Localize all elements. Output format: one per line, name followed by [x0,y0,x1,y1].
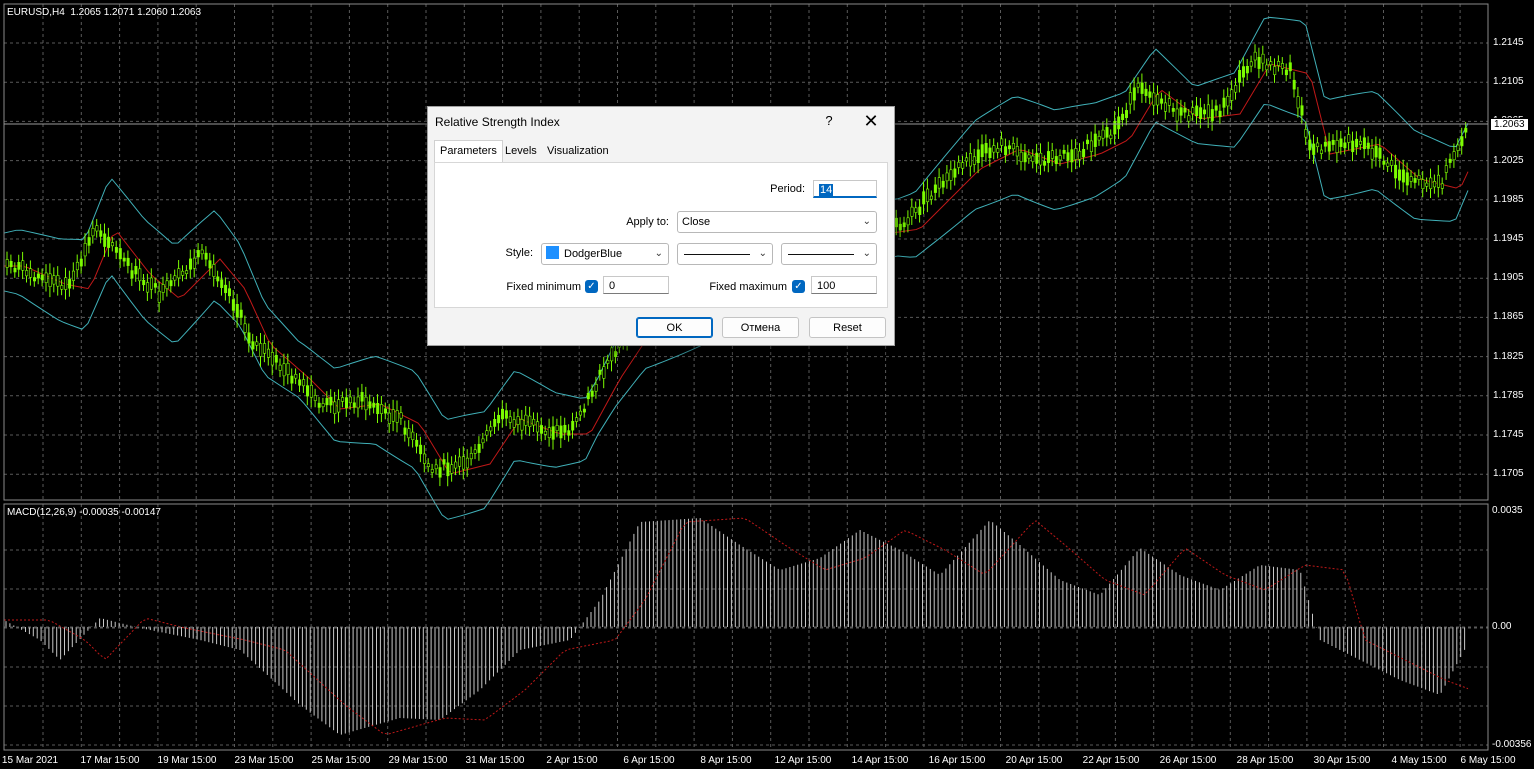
line-style-icon [684,254,750,255]
time-tick-label: 25 Mar 15:00 [311,755,371,766]
time-tick-label: 4 May 15:00 [1391,755,1447,766]
price-tick-label: 1.1825 [1493,350,1524,362]
time-tick-label: 26 Apr 15:00 [1159,755,1217,766]
tab-levels[interactable]: Levels [500,142,542,161]
help-button[interactable]: ? [820,113,838,131]
price-tick-label: 1.1985 [1493,193,1524,205]
line-width-select[interactable]: ⌄ [781,243,877,265]
style-color-select[interactable]: DodgerBlue ⌄ [541,243,669,265]
price-tick-label: 1.1705 [1493,468,1524,480]
time-tick-label: 31 Mar 15:00 [465,755,525,766]
macd-tick-label: 0.00 [1492,621,1512,632]
tab-parameters[interactable]: Parameters [434,140,503,162]
time-tick-label: 29 Mar 15:00 [388,755,448,766]
color-swatch [546,246,559,259]
chevron-down-icon: ⌄ [758,248,767,259]
rsi-dialog: Relative Strength Index ? ✕ Parameters L… [427,106,895,346]
cancel-button[interactable]: Отмена [722,317,799,338]
line-style-select[interactable]: ⌄ [677,243,773,265]
fixed-minimum-label: Fixed minimum [506,281,581,293]
price-tick-label: 1.1745 [1493,429,1524,440]
macd-header: MACD(12,26,9) -0.00035 -0.00147 [7,507,161,518]
time-tick-label: 20 Apr 15:00 [1005,755,1063,766]
price-tick-label: 1.1865 [1493,311,1524,323]
time-tick-label: 8 Apr 15:00 [700,755,752,766]
apply-to-value: Close [682,216,711,228]
price-tick-label: 1.2025 [1493,154,1524,166]
time-tick-label: 6 Apr 15:00 [623,755,675,766]
price-tick-label: 1.1785 [1493,389,1524,401]
apply-to-label: Apply to: [626,216,669,228]
time-tick-label: 28 Apr 15:00 [1236,755,1294,766]
fixed-maximum-checkbox[interactable]: ✓ [792,280,805,293]
time-tick-label: 15 Mar 2021 [1,755,59,766]
time-tick-label: 6 May 15:00 [1460,755,1516,766]
fixed-minimum-checkbox[interactable]: ✓ [585,280,598,293]
period-input[interactable]: 14 [813,180,877,198]
time-tick-label: 16 Apr 15:00 [928,755,986,766]
reset-button[interactable]: Reset [809,317,886,338]
dialog-title: Relative Strength Index [435,115,560,129]
ok-button[interactable]: OK [636,317,713,338]
time-tick-label: 30 Apr 15:00 [1313,755,1371,766]
close-icon[interactable]: ✕ [861,112,881,132]
time-tick-label: 22 Apr 15:00 [1082,755,1140,766]
price-tick-label: 1.1945 [1493,233,1524,244]
current-price-label: 1.2063 [1490,118,1529,131]
macd-tick-label: -0.00356 [1492,739,1532,750]
chevron-down-icon: ⌄ [862,216,871,227]
parameters-panel: Period: 14 Apply to: Close ⌄ Style: Dodg… [434,162,888,308]
apply-to-select[interactable]: Close ⌄ [677,211,877,233]
macd-tick-label: 0.0035 [1492,505,1523,516]
period-label: Period: [770,183,805,195]
price-tick-label: 1.1905 [1493,272,1524,284]
style-label: Style: [505,247,533,259]
chevron-down-icon: ⌄ [654,248,663,259]
time-tick-label: 14 Apr 15:00 [851,755,909,766]
style-color-name: DodgerBlue [564,248,623,260]
price-tick-label: 1.2145 [1493,37,1524,48]
time-tick-label: 17 Mar 15:00 [80,755,140,766]
time-tick-label: 12 Apr 15:00 [774,755,832,766]
macd-indicator [4,517,1488,735]
fixed-maximum-input[interactable]: 100 [811,276,877,294]
fixed-maximum-label: Fixed maximum [709,281,787,293]
time-tick-label: 23 Mar 15:00 [234,755,294,766]
fixed-minimum-input[interactable]: 0 [603,276,669,294]
period-value: 14 [819,184,834,196]
time-tick-label: 19 Mar 15:00 [157,755,217,766]
time-tick-label: 2 Apr 15:00 [546,755,598,766]
tab-visualization[interactable]: Visualization [542,142,614,161]
line-width-icon [788,254,854,255]
price-tick-label: 1.2105 [1493,76,1524,88]
chevron-down-icon: ⌄ [862,248,871,259]
chart-header: EURUSD,H4 1.2065 1.2071 1.2060 1.2063 [7,7,202,18]
